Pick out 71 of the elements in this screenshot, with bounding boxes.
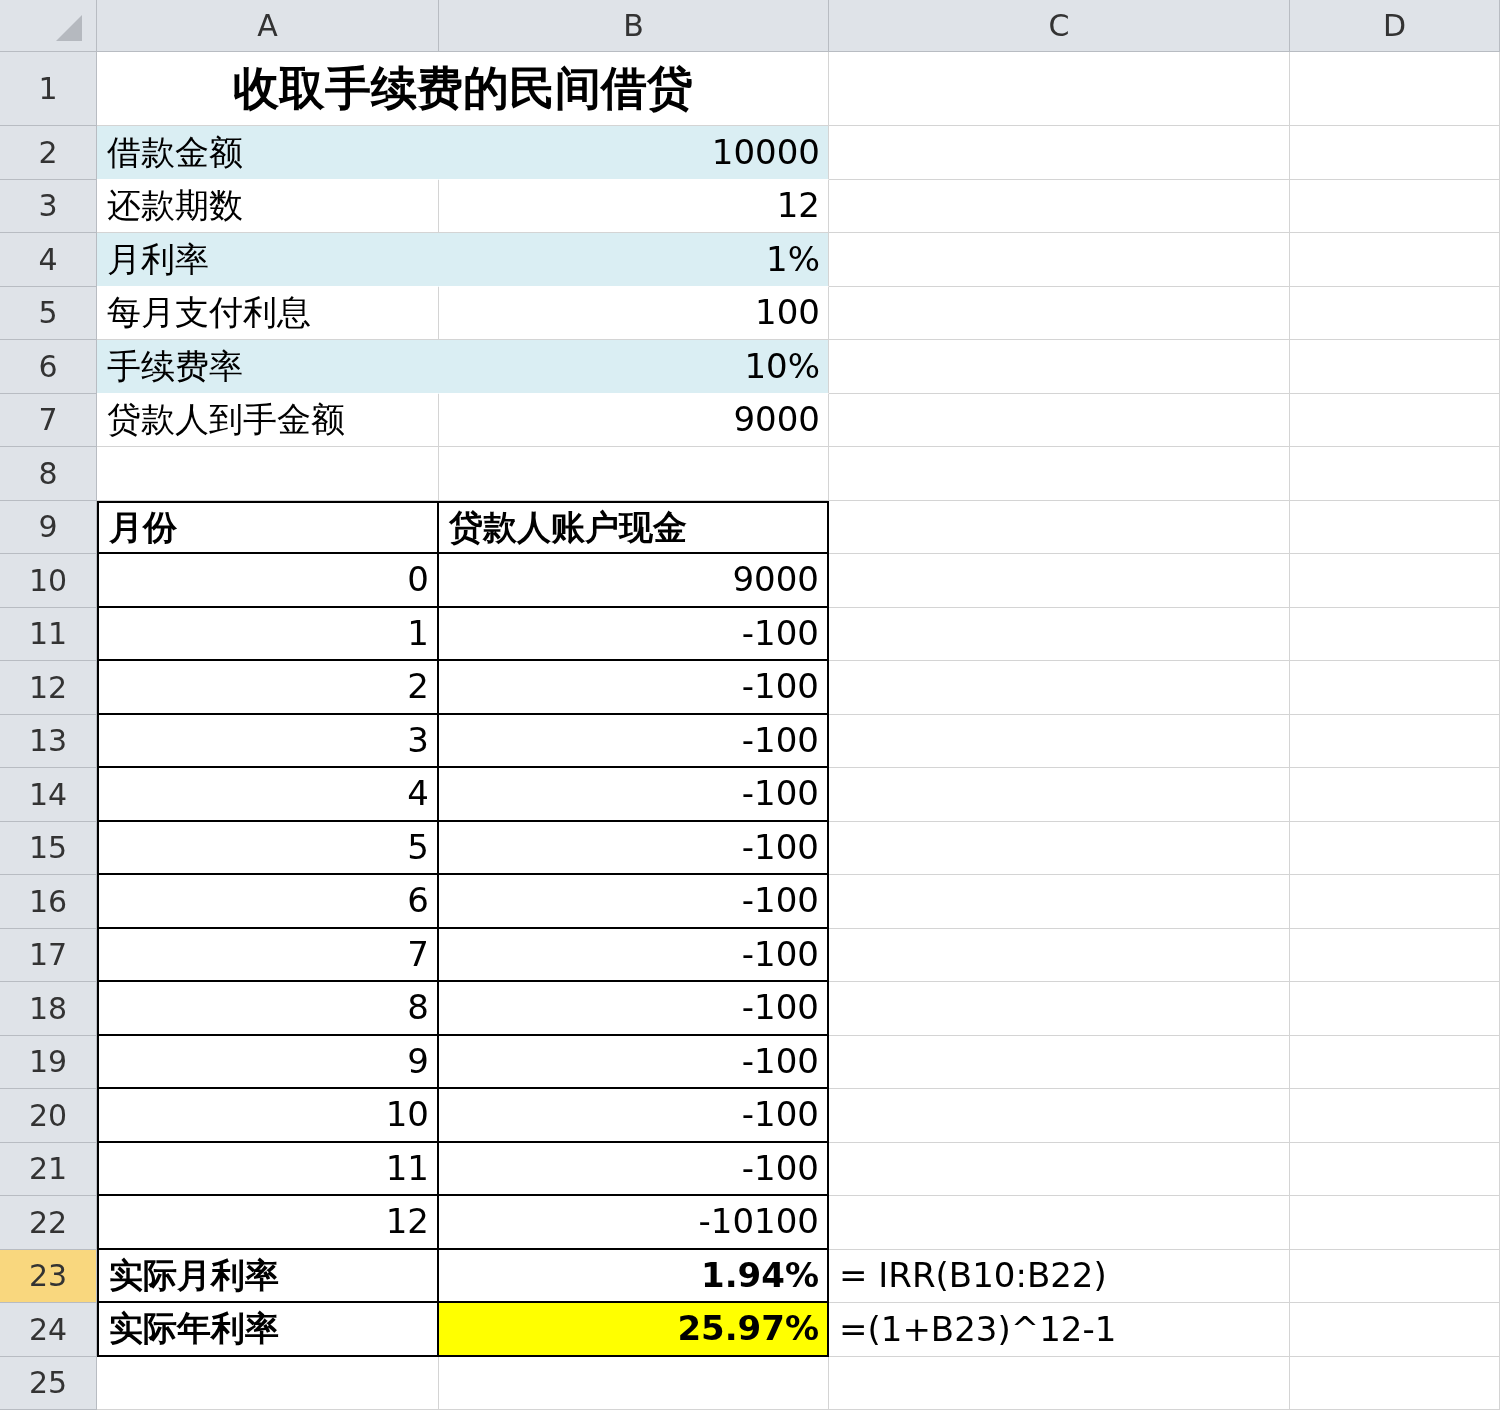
table-cell: 4	[97, 768, 439, 822]
row-header[interactable]: 17	[0, 928, 97, 982]
table-cell: 0	[97, 554, 439, 608]
row-header[interactable]: 9	[0, 500, 97, 554]
table-cell: 11	[97, 1142, 439, 1196]
column-header[interactable]: C	[829, 0, 1290, 52]
table-cell: -10100	[439, 1196, 829, 1250]
row-header[interactable]: 21	[0, 1142, 97, 1196]
table-cell: 贷款人账户现金	[439, 500, 829, 554]
row-header[interactable]: 13	[0, 714, 97, 768]
table-cell: -100	[439, 768, 829, 822]
select-all-corner[interactable]	[0, 0, 97, 52]
row-header[interactable]: 7	[0, 393, 97, 447]
row-header[interactable]: 22	[0, 1196, 97, 1250]
table-cell: 10	[97, 1089, 439, 1143]
table-cell: -100	[439, 714, 829, 768]
row-header[interactable]: 5	[0, 286, 97, 340]
row-header[interactable]: 3	[0, 179, 97, 233]
highlighted-cell: 25.97%	[439, 1303, 829, 1357]
table-cell: 1	[97, 607, 439, 661]
column-header[interactable]: A	[97, 0, 439, 52]
column-header[interactable]: B	[439, 0, 829, 52]
table-cell: 10000	[439, 126, 829, 180]
row-header[interactable]: 2	[0, 126, 97, 180]
table-cell: = IRR(B10:B22)	[829, 1249, 1290, 1303]
table-cell: -100	[439, 1142, 829, 1196]
row-header[interactable]: 20	[0, 1089, 97, 1143]
table-cell: 9000	[439, 554, 829, 608]
table-cell: 10%	[439, 340, 829, 394]
row-header[interactable]: 14	[0, 768, 97, 822]
row-header[interactable]: 15	[0, 821, 97, 875]
table-cell: 9000	[439, 393, 829, 447]
row-header[interactable]: 12	[0, 661, 97, 715]
table-cell: 12	[97, 1196, 439, 1250]
table-cell: 8	[97, 982, 439, 1036]
table-cell: -100	[439, 928, 829, 982]
table-cell: -100	[439, 1089, 829, 1143]
table-cell: -100	[439, 875, 829, 929]
corner-triangle-icon	[56, 15, 82, 41]
row-header[interactable]: 11	[0, 607, 97, 661]
row-header[interactable]: 1	[0, 52, 97, 126]
row-header[interactable]: 16	[0, 875, 97, 929]
table-cell: 月利率	[97, 233, 439, 287]
table-cell: 2	[97, 661, 439, 715]
table-cell: 月份	[97, 500, 439, 554]
table-cell: -100	[439, 1035, 829, 1089]
table-cell: -100	[439, 821, 829, 875]
table-cell: 6	[97, 875, 439, 929]
table-cell: 借款金额	[97, 126, 439, 180]
table-cell: 贷款人到手金额	[97, 393, 439, 447]
column-header[interactable]: D	[1290, 0, 1500, 52]
table-cell: 1%	[439, 233, 829, 287]
table-cell: -100	[439, 607, 829, 661]
table-cell: -100	[439, 661, 829, 715]
table-cell: 7	[97, 928, 439, 982]
table-cell: 实际月利率	[97, 1249, 439, 1303]
row-header[interactable]: 4	[0, 233, 97, 287]
row-header[interactable]: 8	[0, 447, 97, 501]
table-cell: 手续费率	[97, 340, 439, 394]
table-cell: 3	[97, 714, 439, 768]
table-cell: 9	[97, 1035, 439, 1089]
row-header[interactable]: 24	[0, 1303, 97, 1357]
table-cell: 5	[97, 821, 439, 875]
table-cell: =(1+B23)^12-1	[829, 1303, 1290, 1357]
row-header[interactable]: 25	[0, 1356, 97, 1410]
row-header[interactable]: 23	[0, 1249, 97, 1303]
row-header[interactable]: 10	[0, 554, 97, 608]
row-header[interactable]: 18	[0, 982, 97, 1036]
table-cell: -100	[439, 982, 829, 1036]
row-header[interactable]: 19	[0, 1035, 97, 1089]
row-header[interactable]: 6	[0, 340, 97, 394]
